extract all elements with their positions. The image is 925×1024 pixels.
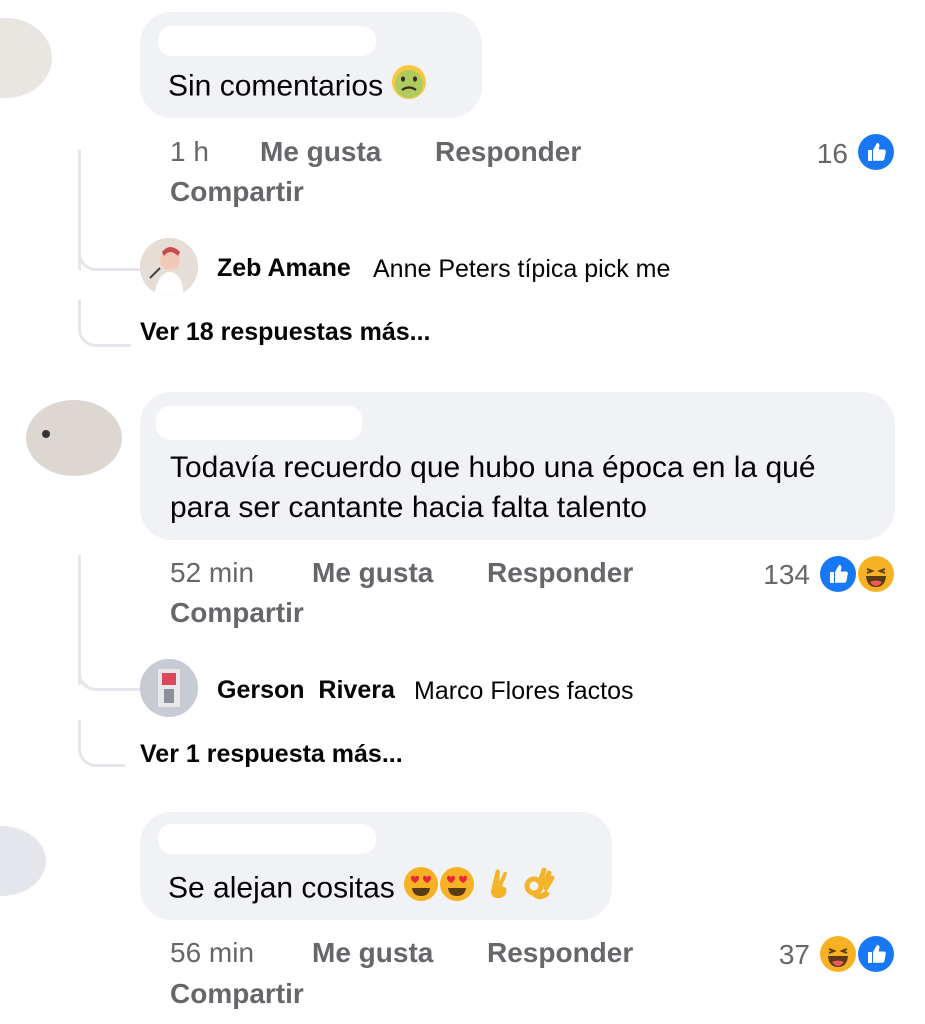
reply-text: Anne Peters típica pick me [373, 255, 671, 283]
like-button[interactable]: Me gusta [312, 937, 433, 969]
author-name-redacted [158, 26, 376, 56]
thread-connector [78, 650, 143, 691]
nauseated-face-icon [391, 64, 427, 111]
commenter-avatar[interactable] [0, 18, 52, 98]
comment-text: Sin comentarios [168, 64, 427, 111]
view-more-replies-link[interactable]: Ver 18 respuestas más... [140, 318, 430, 347]
author-name-redacted [158, 824, 376, 854]
reply-avatar[interactable] [140, 238, 198, 296]
share-button[interactable]: Compartir [170, 176, 304, 208]
heart-eyes-icon [403, 866, 439, 913]
thread-connector [78, 720, 125, 767]
commenter-avatar[interactable] [0, 826, 46, 896]
comment-time: 1 h [170, 136, 209, 167]
comment-bubble: Se alejan cositas [140, 812, 612, 920]
reply-button[interactable]: Responder [487, 557, 633, 589]
share-button[interactable]: Compartir [170, 597, 304, 629]
share-button[interactable]: Compartir [170, 978, 304, 1010]
reaction-count[interactable]: 134 [740, 559, 810, 591]
haha-reaction-icon [856, 554, 896, 594]
reply-button[interactable]: Responder [487, 937, 633, 969]
author-name-redacted [156, 406, 362, 440]
haha-reaction-icon [818, 934, 858, 974]
like-button[interactable]: Me gusta [260, 136, 381, 168]
thread-connector [78, 230, 143, 271]
ok-hand-icon [522, 866, 556, 913]
crossed-fingers-icon [484, 866, 514, 913]
comment-time: 56 min [170, 937, 255, 968]
like-reaction-icon [856, 934, 896, 974]
reply-avatar[interactable] [140, 659, 198, 717]
reply-author[interactable]: Gerson Rivera [217, 676, 395, 705]
like-reaction-icon [818, 554, 858, 594]
comment-bubble: Todavía recuerdo que hubo una época en l… [140, 392, 895, 540]
comment-text-line-2: para ser cantante hacia falta talento [170, 491, 647, 524]
like-reaction-icon [856, 132, 896, 172]
thread-connector [78, 300, 131, 347]
comment-time: 52 min [170, 557, 255, 588]
comment-text-line-1: Todavía recuerdo que hubo una época en l… [170, 451, 816, 484]
reply-author[interactable]: Zeb Amane [217, 254, 351, 283]
reaction-count[interactable]: 37 [760, 939, 810, 971]
like-button[interactable]: Me gusta [312, 557, 433, 589]
reaction-count[interactable]: 16 [790, 138, 848, 170]
reply-button[interactable]: Responder [435, 136, 581, 168]
comment-text: Se alejan cositas [168, 866, 556, 913]
comment-bubble: Sin comentarios [140, 12, 482, 118]
commenter-avatar[interactable] [26, 400, 122, 476]
heart-eyes-icon [439, 866, 475, 913]
reply-text: Marco Flores factos [414, 677, 634, 705]
view-more-replies-link[interactable]: Ver 1 respuesta más... [140, 740, 403, 769]
